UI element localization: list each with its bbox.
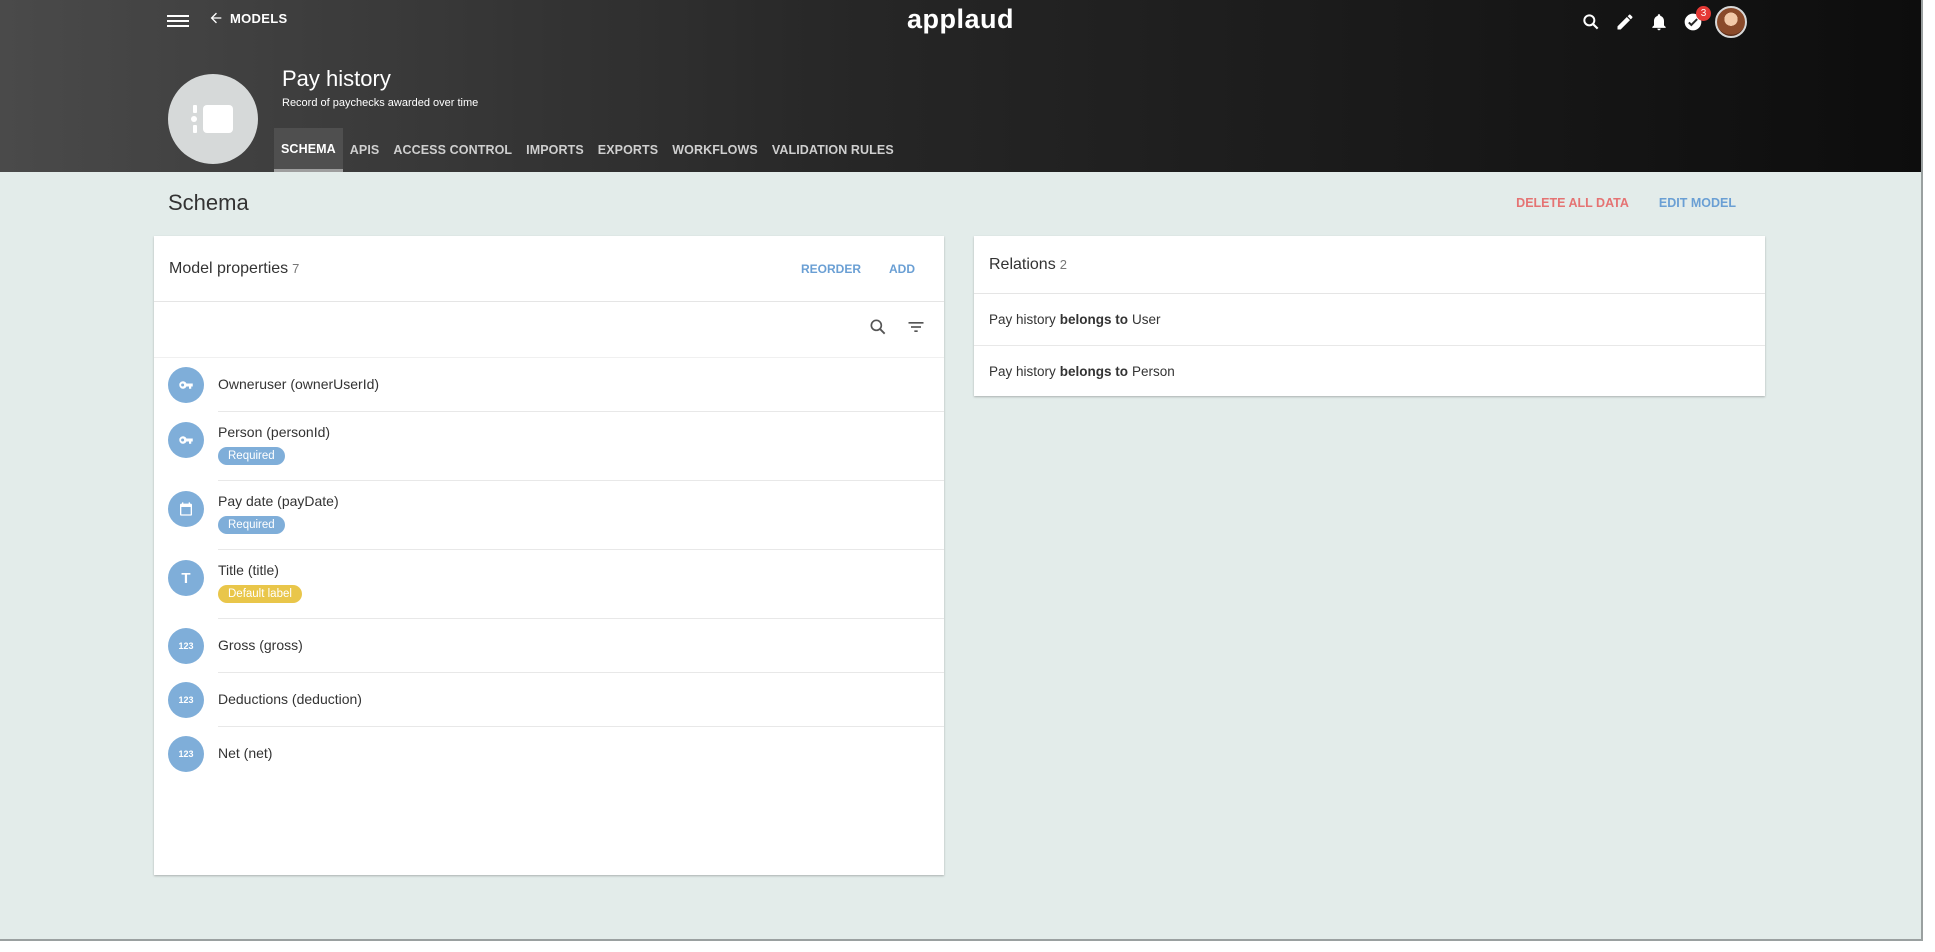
relation-target: Person [1132, 364, 1175, 379]
model-properties-title: Model properties [169, 259, 289, 277]
tab-access-control[interactable]: ACCESS CONTROL [386, 128, 519, 172]
tab-validation-rules[interactable]: VALIDATION RULES [765, 128, 901, 172]
number-type-icon: 123 [168, 627, 204, 664]
relation-subject: Pay history [989, 312, 1056, 327]
tab-workflows[interactable]: WORKFLOWS [665, 128, 765, 172]
default-label-badge: Default label [218, 585, 302, 603]
relations-card: Relations 2 Pay history belongs to User Pay… [974, 236, 1765, 396]
property-name: Owneruser (ownerUserId) [218, 375, 380, 392]
properties-toolbar [154, 302, 944, 358]
tab-exports[interactable]: EXPORTS [591, 128, 665, 172]
property-name: Gross (gross) [218, 636, 303, 653]
property-name: Person (personId) [218, 424, 331, 440]
tab-schema[interactable]: SCHEMA [274, 128, 343, 172]
model-schema-icon [191, 105, 233, 133]
text-type-icon: T [168, 560, 204, 596]
edit-icon[interactable] [1613, 10, 1637, 34]
relation-subject: Pay history [989, 364, 1056, 379]
model-icon [168, 74, 258, 164]
reorder-button[interactable]: REORDER [801, 262, 861, 276]
number-type-icon: 123 [168, 735, 204, 772]
property-name: Title (title) [218, 562, 279, 578]
required-badge: Required [218, 447, 285, 465]
relation-list: Pay history belongs to User Pay history belo… [974, 294, 1765, 397]
tab-imports[interactable]: IMPORTS [519, 128, 591, 172]
property-row[interactable]: T Title (title) Default label [168, 550, 944, 619]
app-frame: MODELS applaud 3 Pay history Record of p… [0, 0, 1923, 941]
delete-all-data-button[interactable]: DELETE ALL DATA [1516, 196, 1629, 210]
relation-row[interactable]: Pay history belongs to User [974, 294, 1765, 346]
relation-row[interactable]: Pay history belongs to Person [974, 346, 1765, 397]
add-property-button[interactable]: ADD [889, 262, 915, 276]
model-tabs: SCHEMA APIS ACCESS CONTROL IMPORTS EXPORTS WO… [274, 128, 901, 172]
relations-header: Relations 2 [974, 236, 1765, 294]
calendar-icon [168, 491, 204, 527]
property-name: Pay date (payDate) [218, 493, 339, 509]
search-icon[interactable] [1579, 10, 1603, 34]
relation-verb: belongs to [1059, 312, 1129, 327]
edit-model-button[interactable]: EDIT MODEL [1659, 196, 1736, 210]
required-badge: Required [218, 516, 285, 534]
tab-apis[interactable]: APIS [343, 128, 387, 172]
key-icon [168, 366, 204, 403]
app-header: MODELS applaud 3 Pay history Record of p… [0, 0, 1921, 172]
model-properties-count: 7 [292, 261, 300, 276]
bell-icon[interactable] [1647, 10, 1671, 34]
relations-title: Relations [989, 255, 1056, 273]
property-name: Net (net) [218, 744, 273, 761]
model-title: Pay history [282, 66, 391, 91]
filter-icon[interactable] [906, 317, 926, 342]
page-title: Schema [168, 190, 249, 215]
relation-verb: belongs to [1059, 364, 1129, 379]
property-row[interactable]: Owneruser (ownerUserId) [168, 358, 944, 412]
property-row[interactable]: Person (personId) Required [168, 412, 944, 481]
header-actions: 3 [1579, 6, 1747, 38]
key-icon [168, 422, 204, 458]
property-row[interactable]: Pay date (payDate) Required [168, 481, 944, 550]
property-row[interactable]: 123 Net (net) [168, 727, 944, 780]
property-row[interactable]: 123 Deductions (deduction) [168, 673, 944, 727]
property-list: Owneruser (ownerUserId) Person (personId)… [154, 358, 944, 780]
number-type-icon: 123 [168, 681, 204, 718]
model-properties-header: Model properties 7 REORDER ADD [154, 236, 944, 302]
tasks-check-icon[interactable]: 3 [1681, 6, 1711, 34]
relations-count: 2 [1059, 257, 1067, 272]
user-avatar[interactable] [1715, 6, 1747, 38]
property-name: Deductions (deduction) [218, 690, 362, 707]
relation-target: User [1132, 312, 1161, 327]
search-icon[interactable] [868, 317, 888, 342]
notification-badge: 3 [1696, 6, 1711, 21]
property-row[interactable]: 123 Gross (gross) [168, 619, 944, 673]
page-actions: DELETE ALL DATA EDIT MODEL [1516, 196, 1736, 210]
model-description: Record of paychecks awarded over time [282, 97, 479, 109]
model-properties-card: Model properties 7 REORDER ADD Owneruser… [154, 236, 944, 875]
